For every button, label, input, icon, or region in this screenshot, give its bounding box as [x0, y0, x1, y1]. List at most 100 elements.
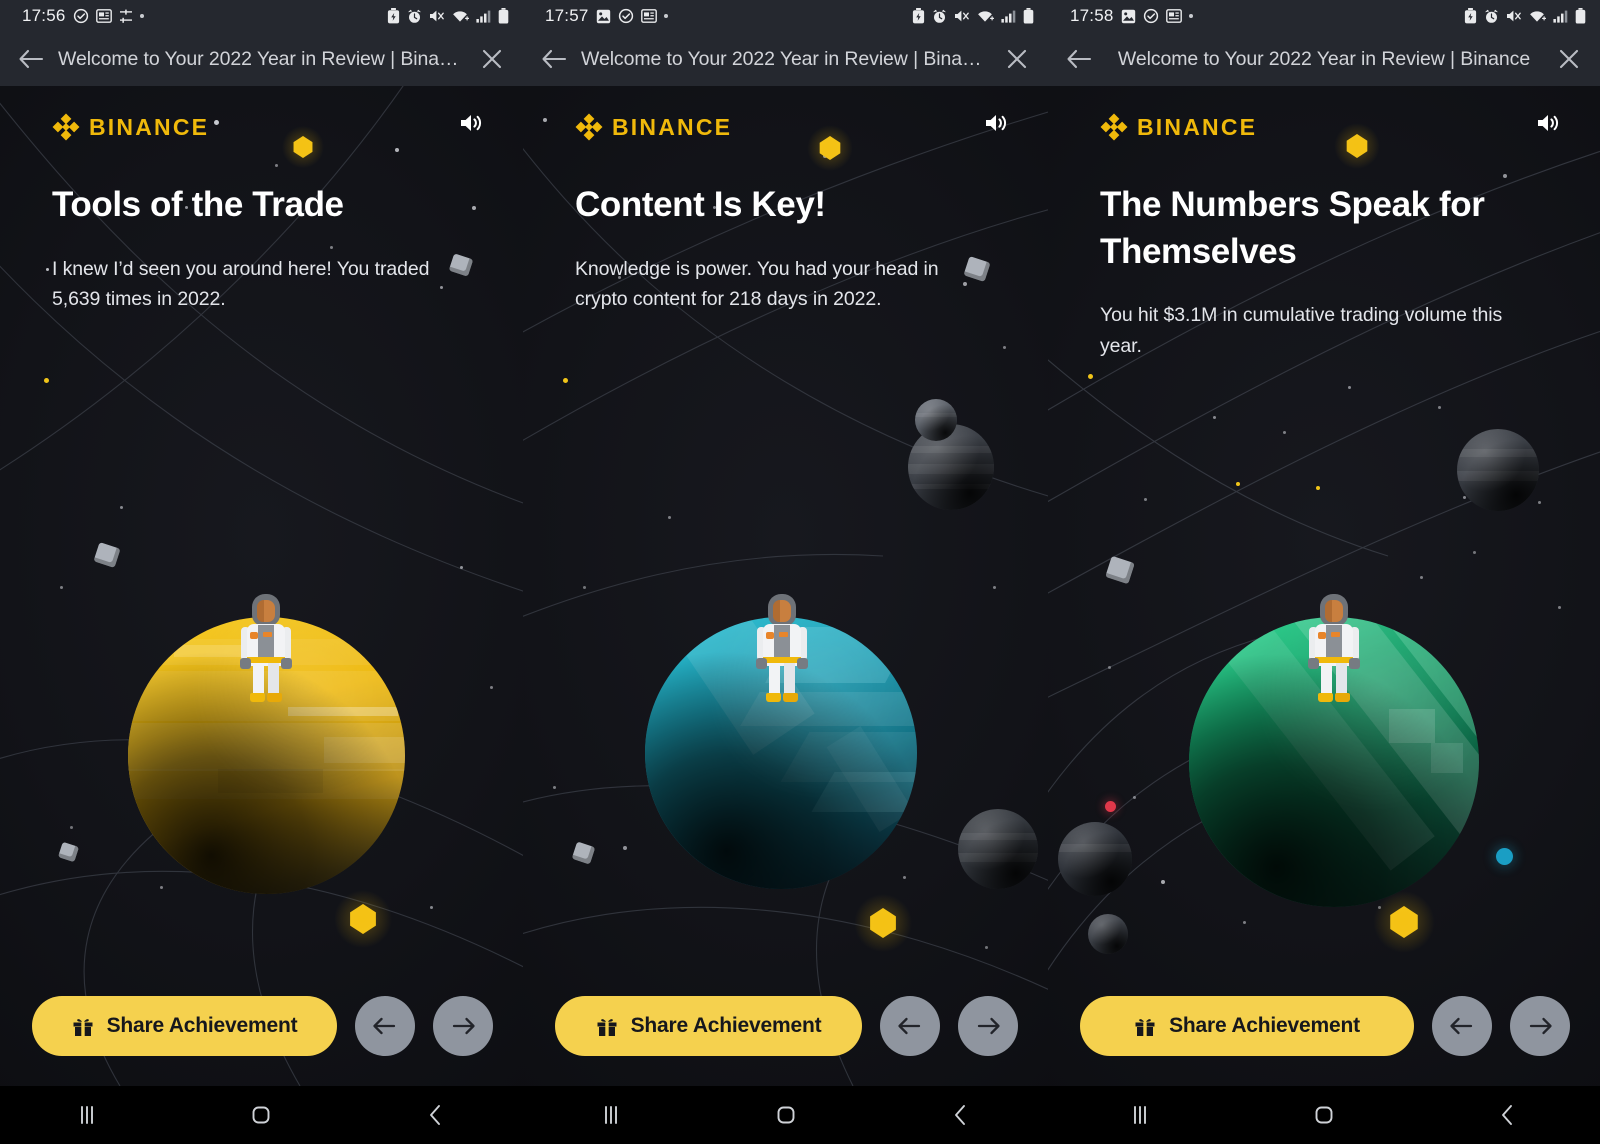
- close-icon[interactable]: [1002, 44, 1032, 74]
- alarm-icon: [407, 9, 422, 24]
- home-button[interactable]: [698, 1102, 873, 1128]
- space-stage-3: BINANCE The Numbers Speak for Themselves…: [1048, 86, 1600, 1086]
- alarm-icon: [932, 9, 947, 24]
- battery-saver-icon: [387, 8, 400, 24]
- home-icon: [253, 1106, 270, 1124]
- browser-bar-2: Welcome to Your 2022 Year in Review | Bi…: [523, 32, 1048, 86]
- planet-teal: [645, 617, 917, 889]
- gem-icon: [850, 890, 916, 956]
- planet-green: [1189, 617, 1479, 907]
- recents-button[interactable]: [1048, 1104, 1232, 1126]
- previous-slide-button[interactable]: [355, 996, 415, 1056]
- binance-logo: BINANCE: [1100, 113, 1257, 141]
- arrow-right-icon: [1529, 1017, 1552, 1035]
- moon-mid-left-dark: [1058, 822, 1132, 896]
- moon-small-gray: [915, 399, 957, 441]
- signal-icon: [1553, 10, 1568, 23]
- back-arrow-icon[interactable]: [16, 44, 46, 74]
- phone-panel-2: 17:57 Welcome to Your 2022 Year in Revie…: [523, 0, 1048, 1144]
- status-bar-3: 17:58: [1048, 0, 1600, 32]
- home-button[interactable]: [174, 1102, 348, 1128]
- action-bar-1: Share Achievement: [0, 996, 523, 1056]
- back-arrow-icon[interactable]: [539, 44, 569, 74]
- status-left-3: 17:58: [1070, 6, 1193, 26]
- arrow-left-icon: [898, 1017, 921, 1035]
- back-button[interactable]: [1416, 1103, 1600, 1127]
- gem-icon: [330, 886, 396, 952]
- dot-icon: [1188, 14, 1193, 18]
- next-slide-button[interactable]: [958, 996, 1018, 1056]
- back-button[interactable]: [873, 1103, 1048, 1127]
- status-right-2: [912, 8, 1034, 24]
- check-circle-icon: [1143, 8, 1159, 24]
- arrow-right-icon: [452, 1017, 475, 1035]
- home-icon: [777, 1106, 794, 1124]
- close-icon[interactable]: [477, 44, 507, 74]
- binance-diamond-icon: [52, 113, 80, 141]
- sound-toggle-button[interactable]: [1532, 106, 1566, 140]
- subline-2: Knowledge is power. You had your head in…: [575, 257, 939, 311]
- status-bar-2: 17:57: [523, 0, 1048, 32]
- signal-icon: [476, 10, 491, 23]
- recents-button[interactable]: [523, 1104, 698, 1126]
- share-achievement-button[interactable]: Share Achievement: [1080, 996, 1414, 1056]
- previous-slide-button[interactable]: [880, 996, 940, 1056]
- status-time: 17:56: [22, 6, 66, 25]
- speaker-icon: [986, 115, 1007, 131]
- dot-icon: [139, 14, 144, 18]
- browser-bar-3: Welcome to Your 2022 Year in Review | Bi…: [1048, 32, 1600, 86]
- binance-logo: BINANCE: [52, 113, 209, 141]
- planet-yellow: [128, 617, 405, 894]
- arrow-left-icon: [373, 1017, 396, 1035]
- arrow-left-icon: [1450, 1017, 1473, 1035]
- home-icon: [1315, 1106, 1333, 1124]
- space-stage-2: BINANCE Content Is Key! Knowledge is pow…: [523, 86, 1048, 1086]
- browser-bar-1: Welcome to Your 2022 Year in Review | Bi…: [0, 32, 523, 86]
- moon-large-gray: [908, 424, 994, 510]
- battery-icon: [1575, 8, 1586, 24]
- page-title: Welcome to Your 2022 Year in Review | Bi…: [581, 47, 990, 70]
- share-button-label: Share Achievement: [630, 1014, 822, 1037]
- alarm-icon: [1484, 9, 1499, 24]
- image-icon: [596, 9, 611, 24]
- status-left-1: 17:56: [22, 6, 144, 26]
- home-button[interactable]: [1232, 1102, 1416, 1128]
- battery-saver-icon: [1464, 8, 1477, 24]
- check-circle-icon: [73, 8, 89, 24]
- sound-toggle-button[interactable]: [455, 106, 489, 140]
- back-button[interactable]: [349, 1103, 523, 1127]
- phone-panel-3: 17:58 Welcome to Your 2022 Year in Revie…: [1048, 0, 1600, 1144]
- android-nav-bar-1: [0, 1086, 523, 1144]
- previous-slide-button[interactable]: [1432, 996, 1492, 1056]
- equalizer-icon: [119, 9, 133, 23]
- page-title: Welcome to Your 2022 Year in Review | Bi…: [1117, 47, 1531, 70]
- panel-content-3: BINANCE The Numbers Speak for Themselves…: [1048, 86, 1600, 362]
- sound-toggle-button[interactable]: [980, 106, 1014, 140]
- brand-row-3: BINANCE: [1100, 108, 1556, 146]
- mute-icon: [429, 9, 445, 23]
- moon-top-right-dark: [1457, 429, 1539, 511]
- share-achievement-button[interactable]: Share Achievement: [32, 996, 337, 1056]
- recents-button[interactable]: [0, 1104, 174, 1126]
- image-icon: [1121, 9, 1136, 24]
- red-dot-marker: [1105, 801, 1116, 812]
- share-achievement-button[interactable]: Share Achievement: [555, 996, 862, 1056]
- cube-asteroid-icon: [1105, 555, 1135, 585]
- back-icon: [1502, 1105, 1512, 1125]
- gift-icon: [1134, 1015, 1156, 1037]
- back-arrow-icon[interactable]: [1064, 44, 1094, 74]
- mute-icon: [954, 9, 970, 23]
- cube-asteroid-icon: [571, 841, 596, 865]
- battery-saver-icon: [912, 8, 925, 24]
- check-circle-icon: [618, 8, 634, 24]
- close-icon[interactable]: [1554, 44, 1584, 74]
- space-stage-1: BINANCE Tools of the Trade I knew I’d se…: [0, 86, 523, 1086]
- share-button-label: Share Achievement: [106, 1014, 298, 1037]
- astronaut-figure: [239, 594, 293, 704]
- back-icon: [429, 1105, 440, 1125]
- next-slide-button[interactable]: [1510, 996, 1570, 1056]
- moon-small-dark: [1088, 914, 1128, 954]
- recents-icon: [81, 1106, 94, 1124]
- dot-icon: [663, 14, 668, 18]
- next-slide-button[interactable]: [433, 996, 493, 1056]
